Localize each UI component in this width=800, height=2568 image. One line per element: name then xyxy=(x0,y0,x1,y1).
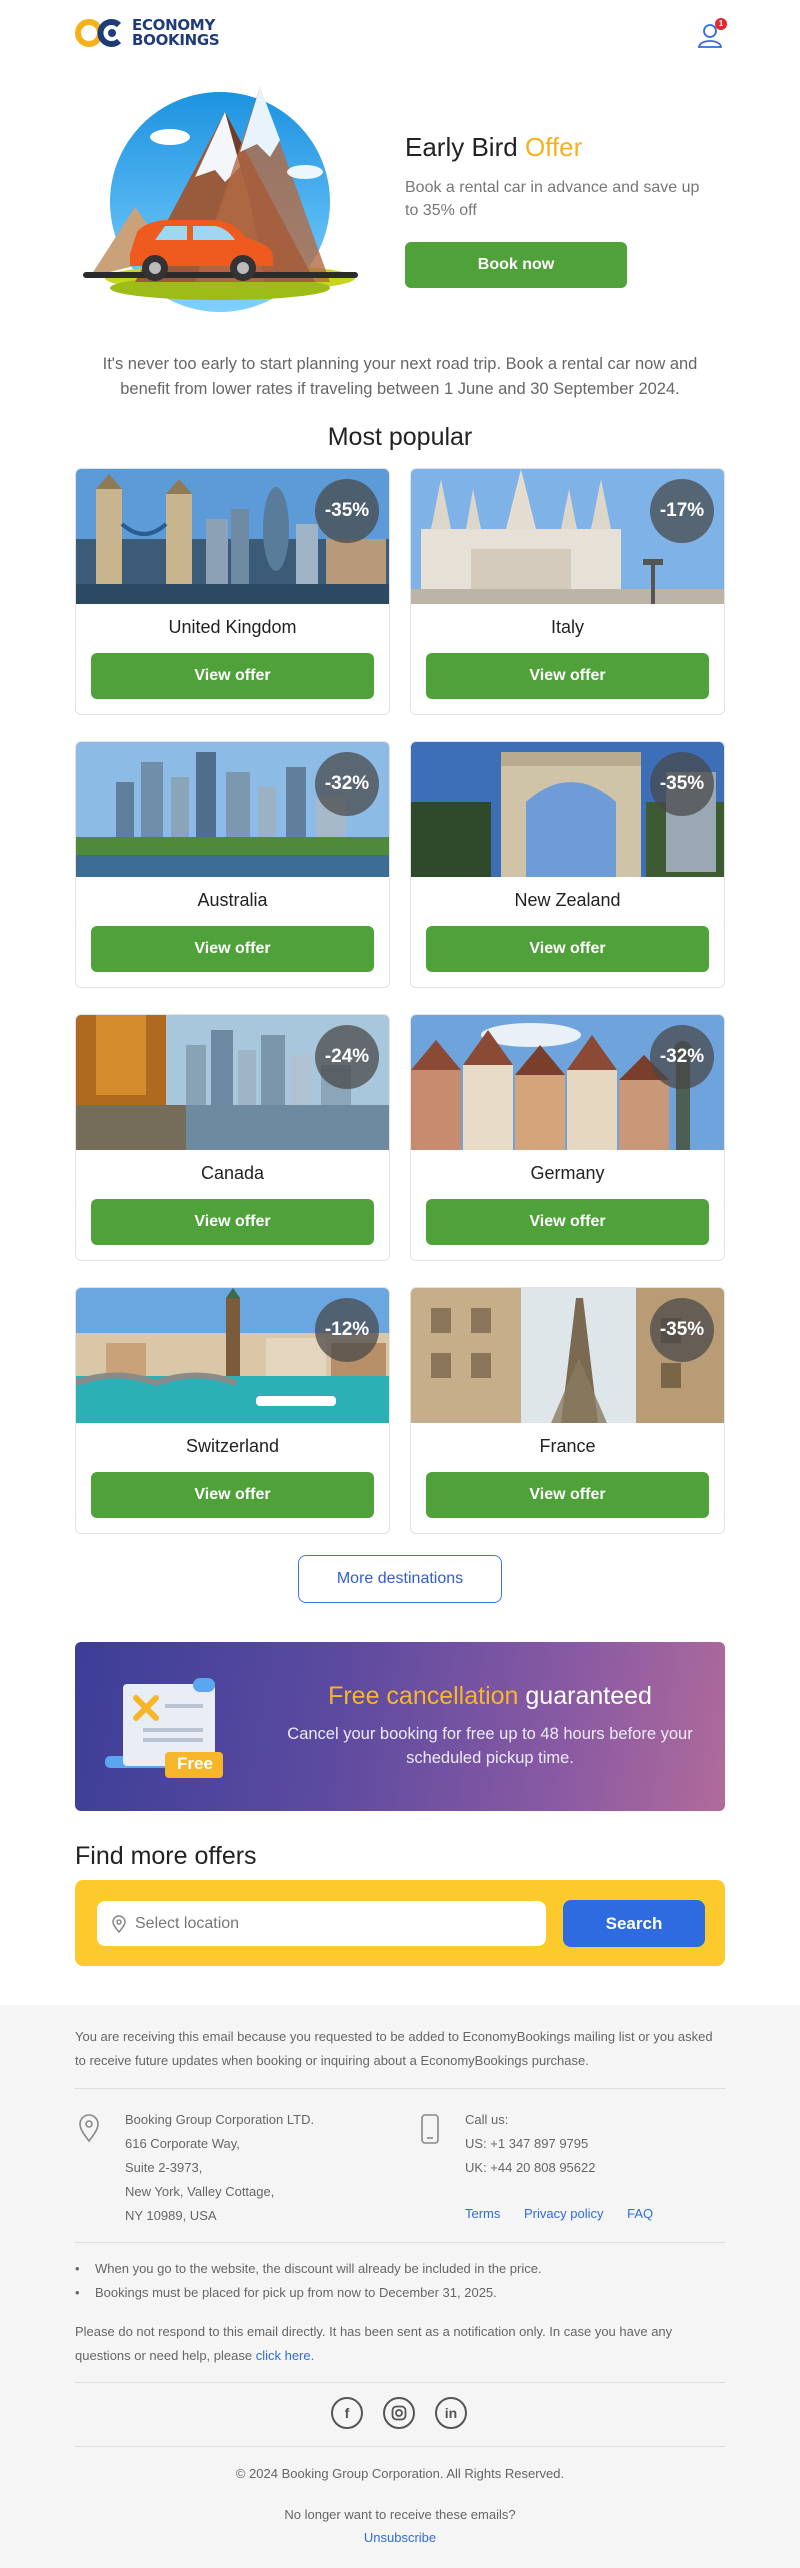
intro-text: It's never too early to start planning y… xyxy=(102,355,698,398)
view-offer-button[interactable]: View offer xyxy=(426,1472,709,1518)
address-line: 616 Corporate Way, xyxy=(125,2136,240,2151)
hero-title-accent: Offer xyxy=(524,132,583,162)
footer-divider xyxy=(75,2446,725,2447)
discount-badge: -17% xyxy=(650,479,714,543)
destination-name: United Kingdom xyxy=(168,617,297,637)
more-destinations-button[interactable]: More destinations xyxy=(298,1555,502,1603)
reply-notice: Please do not respond to this email dire… xyxy=(75,2320,725,2367)
discount-badge: -24% xyxy=(315,1025,379,1089)
cancellation-text: Cancel your booking for free up to 48 ho… xyxy=(287,1725,693,1767)
header: ECONOMY BOOKINGS 1 xyxy=(0,0,800,68)
cancellation-title-accent: Free cancellation xyxy=(328,1682,519,1710)
destination-card-switzerland: -12% Switzerland View offer xyxy=(75,1287,390,1534)
car-mountain-illustration xyxy=(75,82,365,332)
logo-line-2: BOOKINGS xyxy=(132,31,220,49)
discount-badge: -32% xyxy=(315,752,379,816)
instagram-icon[interactable] xyxy=(383,2397,415,2429)
discount-badge: -35% xyxy=(650,752,714,816)
view-offer-button[interactable]: View offer xyxy=(91,1199,374,1245)
destination-card-italy: -17% Italy View offer xyxy=(410,468,725,715)
hero-subtitle: Book a rental car in advance and save up… xyxy=(405,179,700,219)
phone-uk[interactable]: UK: +44 20 808 95622 xyxy=(465,2156,595,2180)
location-pin-icon xyxy=(79,2114,99,2143)
discount-badge: -35% xyxy=(315,479,379,543)
location-input[interactable] xyxy=(135,1901,535,1946)
terms-bullet: When you go to the website, the discount… xyxy=(75,2257,542,2280)
company-address: Booking Group Corporation LTD. 616 Corpo… xyxy=(125,2108,314,2228)
footer-divider xyxy=(75,2382,725,2383)
search-button[interactable]: Search xyxy=(563,1900,705,1947)
destination-name: Switzerland xyxy=(185,1436,280,1456)
search-bar: Search xyxy=(75,1880,725,1966)
hero-title: Early Bird Offer xyxy=(405,132,582,163)
destination-name: Canada xyxy=(200,1163,265,1183)
reply-text: Please do not respond to this email dire… xyxy=(75,2324,673,2363)
footer-notice: You are receiving this email because you… xyxy=(75,2029,713,2068)
address-line: NY 10989, USA xyxy=(125,2208,217,2223)
discount-badge: -35% xyxy=(650,1298,714,1362)
linkedin-icon[interactable]: in xyxy=(435,2397,467,2429)
discount-badge: -32% xyxy=(650,1025,714,1089)
phone-us[interactable]: US: +1 347 897 9795 xyxy=(465,2132,595,2156)
faq-link[interactable]: FAQ xyxy=(627,2206,653,2221)
destination-card-france: -35% France View offer xyxy=(410,1287,725,1534)
footer-divider xyxy=(75,2242,725,2243)
email-page: ECONOMY BOOKINGS 1 Early Bird Offer Book… xyxy=(0,0,800,2568)
terms-bullet: Bookings must be placed for pick up from… xyxy=(75,2281,497,2304)
destination-name: Italy xyxy=(550,617,584,637)
view-offer-button[interactable]: View offer xyxy=(91,1472,374,1518)
social-links: f in xyxy=(331,2397,467,2429)
copyright-text: © 2024 Booking Group Corporation. All Ri… xyxy=(235,2466,565,2481)
free-ribbon: Free xyxy=(177,1754,213,1773)
discount-badge: -12% xyxy=(315,1298,379,1362)
view-offer-button[interactable]: View offer xyxy=(426,653,709,699)
call-label: Call us: xyxy=(465,2112,509,2127)
destination-card-new-zealand: -35% New Zealand View offer xyxy=(410,741,725,988)
location-field[interactable] xyxy=(97,1901,546,1946)
contact-phones: Call us: US: +1 347 897 9795 UK: +44 20 … xyxy=(465,2108,595,2180)
view-offer-button[interactable]: View offer xyxy=(426,926,709,972)
most-popular-title: Most popular xyxy=(327,423,473,451)
free-cancellation-banner: Free Free cancellation guaranteed Cancel… xyxy=(75,1642,725,1811)
destination-card-australia: -32% Australia View offer xyxy=(75,741,390,988)
privacy-policy-link[interactable]: Privacy policy xyxy=(524,2206,603,2221)
notification-badge: 1 xyxy=(715,18,727,30)
view-offer-button[interactable]: View offer xyxy=(91,926,374,972)
view-offer-button[interactable]: View offer xyxy=(426,1199,709,1245)
view-offer-button[interactable]: View offer xyxy=(91,653,374,699)
click-here-link[interactable]: click here. xyxy=(256,2348,315,2363)
destination-card-canada: -24% Canada View offer xyxy=(75,1014,390,1261)
cancellation-title-rest: guaranteed xyxy=(525,1682,652,1710)
find-offers-title: Find more offers xyxy=(75,1842,257,1870)
logo-icon xyxy=(75,19,122,47)
terms-link[interactable]: Terms xyxy=(465,2206,500,2221)
destination-name: France xyxy=(539,1436,596,1456)
facebook-icon[interactable]: f xyxy=(331,2397,363,2429)
book-now-button[interactable]: Book now xyxy=(405,242,627,288)
phone-icon xyxy=(421,2114,439,2144)
footer-divider xyxy=(75,2088,725,2089)
footer-links: Terms Privacy policy FAQ xyxy=(465,2206,673,2221)
destination-card-united-kingdom: -35% United Kingdom View offer xyxy=(75,468,390,715)
economybookings-logo[interactable]: ECONOMY BOOKINGS xyxy=(75,18,220,49)
location-pin-icon xyxy=(112,1915,126,1933)
account-button[interactable]: 1 xyxy=(697,18,727,49)
destination-name: Germany xyxy=(530,1163,605,1183)
destination-name: New Zealand xyxy=(514,890,621,910)
unsubscribe-question: No longer want to receive these emails? xyxy=(284,2507,516,2522)
bullet-text: Bookings must be placed for pick up from… xyxy=(95,2285,497,2300)
bullet-text: When you go to the website, the discount… xyxy=(95,2261,542,2276)
hero-title-main: Early Bird xyxy=(405,132,518,162)
address-line: New York, Valley Cottage, xyxy=(125,2184,275,2199)
destination-name: Australia xyxy=(197,890,268,910)
destination-card-germany: -32% Germany View offer xyxy=(410,1014,725,1261)
unsubscribe-link[interactable]: Unsubscribe xyxy=(0,2530,800,2545)
cancellation-title: Free cancellation guaranteed xyxy=(270,1682,710,1711)
address-line: Booking Group Corporation LTD. xyxy=(125,2112,315,2127)
address-line: Suite 2-3973, xyxy=(125,2160,203,2175)
